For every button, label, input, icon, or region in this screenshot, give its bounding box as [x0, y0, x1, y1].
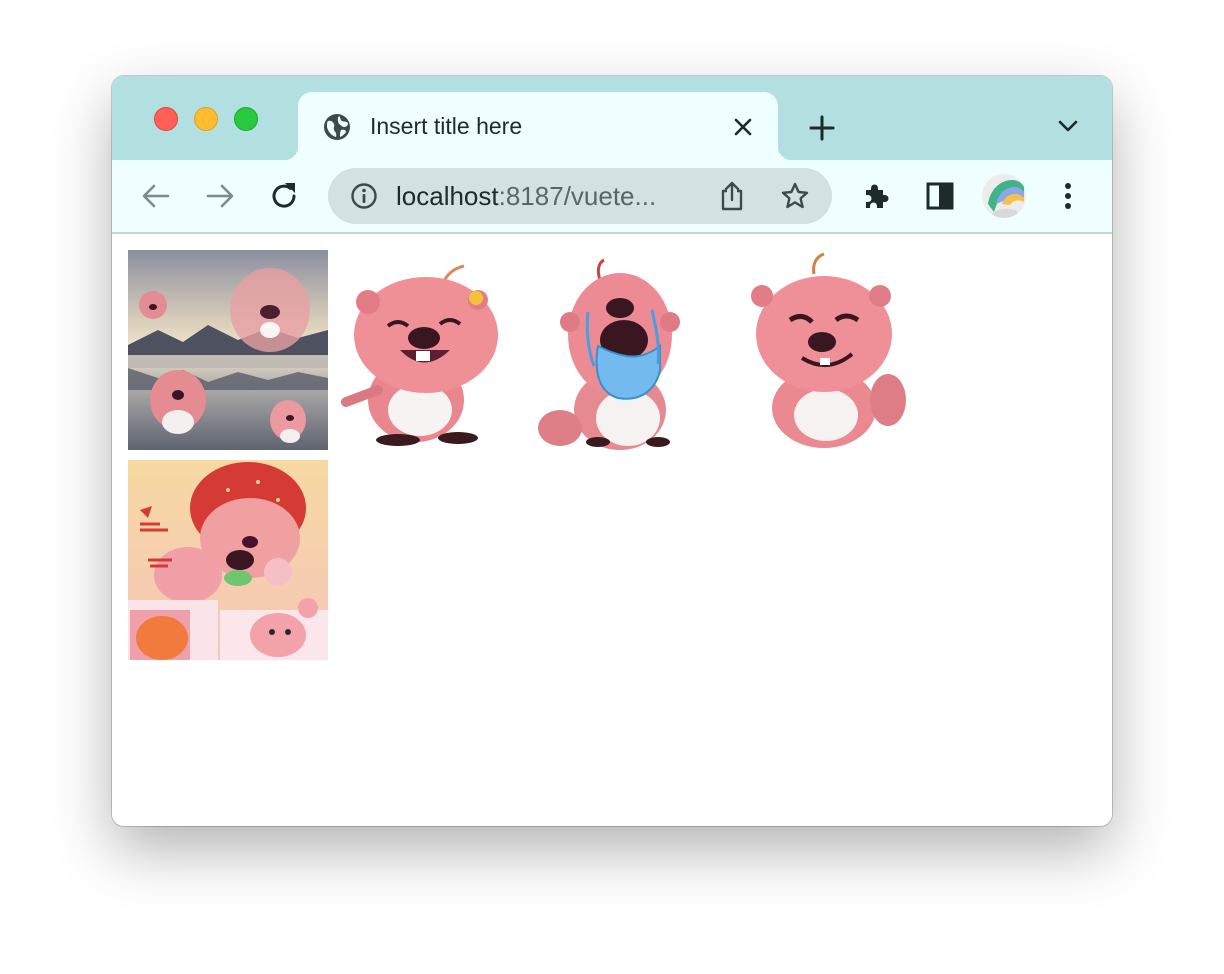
avatar-image	[982, 174, 1026, 218]
window-zoom-button[interactable]	[234, 107, 258, 131]
chevron-down-icon[interactable]	[1056, 118, 1080, 134]
address-bar[interactable]: localhost:8187/vuete...	[328, 168, 832, 224]
tab-active[interactable]: Insert title here	[284, 92, 792, 162]
browser-window: Insert title here localhost:8187/vuete..…	[112, 76, 1112, 826]
share-icon[interactable]	[718, 180, 746, 212]
arrow-left-icon[interactable]	[140, 180, 172, 212]
loopy-crying	[528, 250, 728, 450]
puzzle-icon[interactable]	[860, 180, 892, 212]
side-panel-icon[interactable]	[924, 180, 956, 212]
loopy-smirking	[728, 250, 928, 450]
globe-icon	[324, 114, 350, 140]
url-host: localhost	[396, 181, 499, 211]
loopy-strawberry-ad	[128, 460, 328, 660]
url-text[interactable]: localhost:8187/vuete...	[396, 181, 656, 212]
loopy-laughing	[328, 250, 528, 450]
avatar[interactable]	[982, 174, 1026, 218]
reload-icon[interactable]	[268, 180, 300, 212]
plus-icon[interactable]	[808, 114, 836, 142]
toolbar: localhost:8187/vuete...	[112, 160, 1112, 234]
url-path: :8187/vuete...	[498, 181, 657, 211]
tab-strip: Insert title here	[112, 76, 1112, 162]
kebab-menu-icon[interactable]	[1052, 180, 1084, 212]
window-close-button[interactable]	[154, 107, 178, 131]
loopy-landscape-collage	[128, 250, 328, 450]
tab-title: Insert title here	[370, 113, 523, 139]
arrow-right-icon[interactable]	[204, 180, 236, 212]
close-icon[interactable]	[732, 116, 754, 138]
info-icon[interactable]	[350, 182, 378, 210]
window-minimize-button[interactable]	[194, 107, 218, 131]
page-content	[112, 234, 1112, 826]
star-icon[interactable]	[780, 181, 810, 211]
